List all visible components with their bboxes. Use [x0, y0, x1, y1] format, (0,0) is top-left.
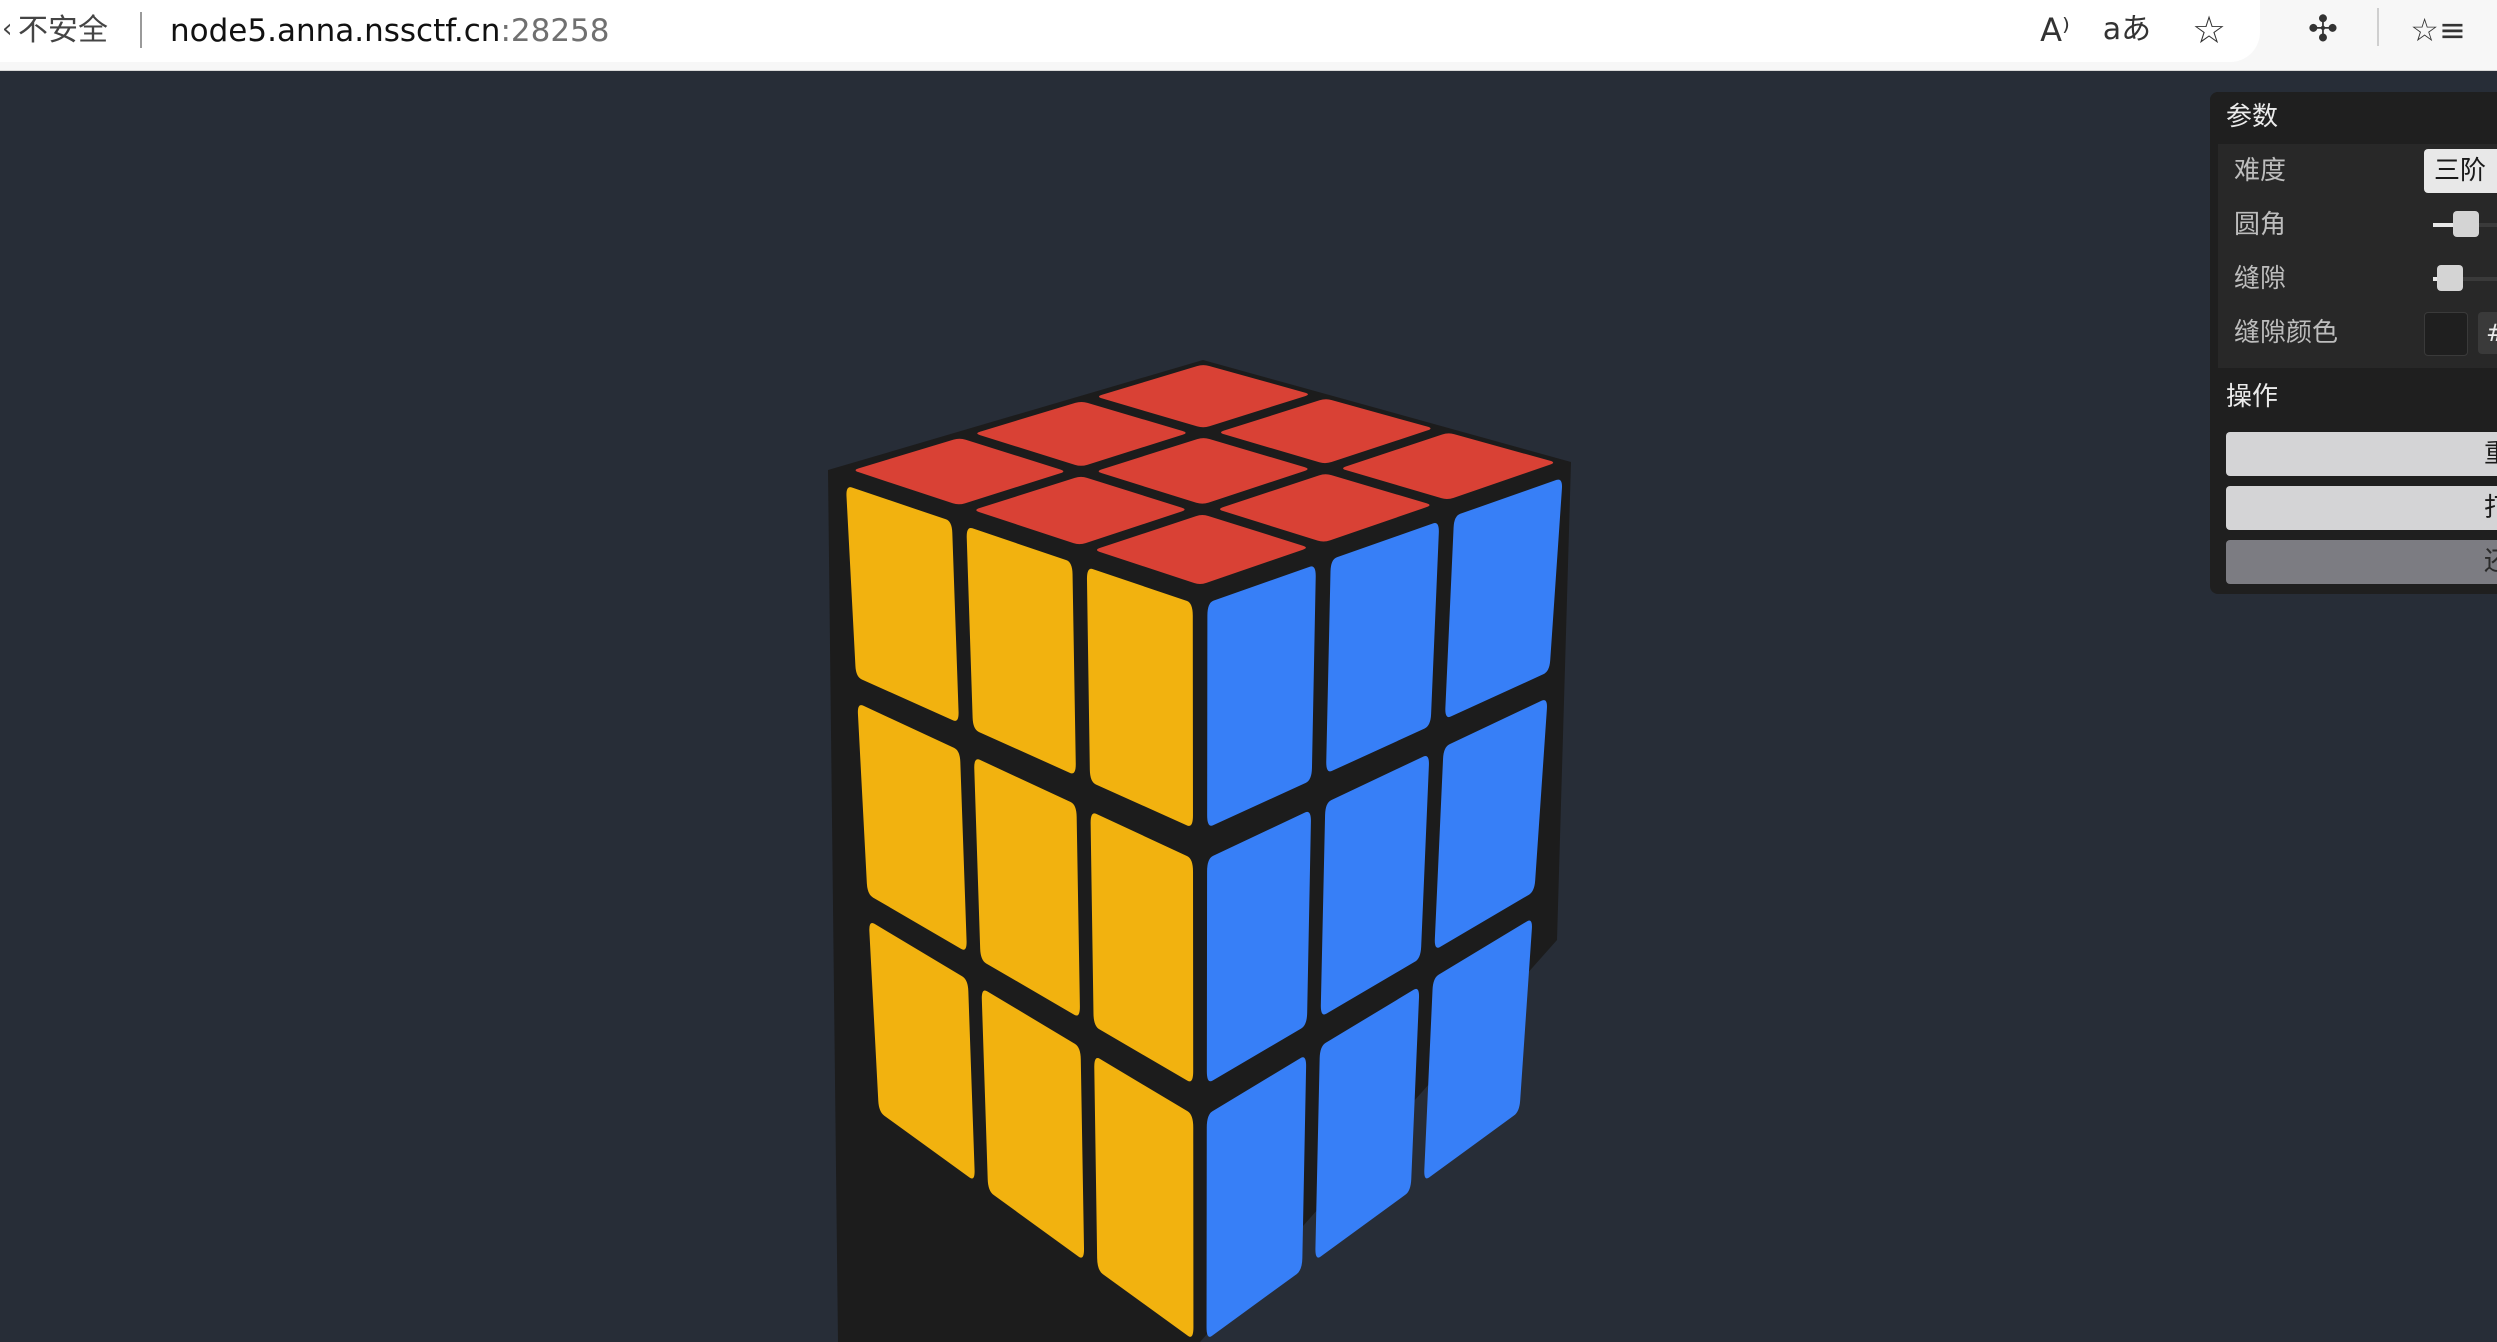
difficulty-select[interactable]: 三阶 — [2424, 149, 2497, 193]
corner-label: 圆角 — [2234, 210, 2287, 240]
address-divider — [140, 12, 142, 48]
restore-button-label: 还 — [2484, 544, 2497, 580]
shuffle-button[interactable]: 打 — [2226, 486, 2497, 530]
favorites-icon[interactable]: ☆≡ — [2408, 8, 2468, 52]
security-label[interactable]: 不安全 — [18, 10, 108, 52]
reset-button-label: 重 — [2484, 436, 2497, 472]
gap-color-row: 缝隙颜色 # — [2218, 306, 2497, 360]
gap-row: 缝隙 — [2218, 252, 2497, 306]
rubiks-cube[interactable] — [828, 360, 1571, 1342]
control-panel: 参数 难度 三阶 圆角 缝隙 缝隙颜色 操作 — [2210, 92, 2497, 594]
corner-row: 圆角 — [2218, 198, 2497, 252]
url-text[interactable]: node5.anna.nssctf.cn:28258 — [170, 10, 610, 52]
reset-button[interactable]: 重 — [2226, 432, 2497, 476]
corner-slider-handle[interactable] — [2453, 211, 2479, 237]
shuffle-button-label: 打 — [2484, 490, 2497, 526]
extensions-icon[interactable]: ✣ — [2300, 8, 2346, 52]
browser-toolbar: ‹ 不安全 node5.anna.nssctf.cn:28258 A⁾ aあ ☆… — [0, 0, 2497, 71]
gap-slider[interactable] — [2433, 265, 2497, 291]
security-warning-icon[interactable]: ‹ — [2, 16, 12, 42]
params-folder: 难度 三阶 圆角 缝隙 缝隙颜色 — [2218, 144, 2497, 368]
difficulty-value: 三阶 — [2434, 156, 2487, 186]
translate-icon[interactable]: aあ — [2100, 8, 2154, 52]
actions-title-text: 操作 — [2226, 382, 2279, 412]
read-aloud-icon[interactable]: A⁾ — [2030, 8, 2080, 52]
toolbar-divider — [2377, 8, 2379, 46]
difficulty-label: 难度 — [2234, 156, 2287, 186]
rubiks-cube-canvas[interactable] — [0, 70, 2497, 1342]
page: ‹ 不安全 node5.anna.nssctf.cn:28258 A⁾ aあ ☆… — [0, 0, 2497, 1342]
restore-button[interactable]: 还 — [2226, 540, 2497, 584]
left-face-sticker[interactable] — [1086, 568, 1193, 826]
gap-label: 缝隙 — [2234, 264, 2287, 294]
url-host: node5.anna.nssctf.cn — [170, 13, 501, 49]
gap-color-input[interactable]: # — [2478, 312, 2497, 354]
corner-slider[interactable] — [2433, 211, 2497, 237]
params-folder-title[interactable]: 参数 — [2210, 92, 2497, 142]
url-port: :28258 — [500, 13, 610, 49]
actions-folder-title[interactable]: 操作 — [2210, 372, 2497, 422]
add-favorite-icon[interactable]: ☆ — [2186, 8, 2232, 52]
gap-slider-handle[interactable] — [2436, 265, 2463, 291]
gap-color-hex: # — [2486, 316, 2497, 350]
params-title-text: 参数 — [2226, 102, 2279, 132]
gap-color-swatch[interactable] — [2424, 312, 2468, 356]
gap-color-label: 缝隙颜色 — [2234, 318, 2339, 348]
difficulty-row: 难度 三阶 — [2218, 144, 2497, 198]
